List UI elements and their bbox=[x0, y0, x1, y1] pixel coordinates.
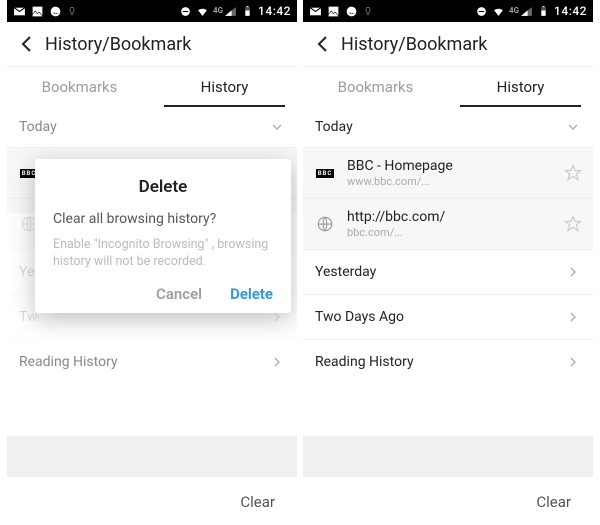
footer-bar: Clear bbox=[303, 476, 593, 525]
section-two-days[interactable]: Two Days Ago bbox=[303, 295, 593, 339]
globe-icon bbox=[313, 216, 337, 232]
section-yesterday-label: Yesterday bbox=[315, 264, 376, 280]
section-reading[interactable]: Reading History bbox=[7, 340, 297, 384]
section-reading-label: Reading History bbox=[19, 354, 118, 370]
chevron-down-icon bbox=[269, 119, 285, 135]
section-today-label: Today bbox=[19, 119, 57, 135]
wifi-icon bbox=[492, 5, 505, 18]
history-item-title: http://bbc.com/ bbox=[347, 209, 553, 226]
history-item[interactable]: BBC BBC - Homepage www.bbc.com/... bbox=[303, 148, 593, 198]
tabs: Bookmarks History bbox=[303, 67, 593, 107]
section-today-label: Today bbox=[315, 119, 353, 135]
phone-screen-left: 4G 14:42 History/Bookmark Bookmarks Hist… bbox=[7, 0, 297, 525]
page-title: History/Bookmark bbox=[341, 34, 487, 55]
history-item-title: BBC - Homepage bbox=[347, 158, 553, 175]
tab-history[interactable]: History bbox=[448, 67, 593, 107]
star-icon[interactable] bbox=[563, 214, 583, 234]
battery-icon bbox=[537, 5, 550, 18]
section-today[interactable]: Today bbox=[7, 107, 297, 147]
dnd-icon bbox=[475, 5, 488, 18]
tab-history[interactable]: History bbox=[152, 67, 297, 107]
image-icon bbox=[327, 5, 340, 18]
back-icon[interactable] bbox=[15, 32, 39, 56]
section-reading[interactable]: Reading History bbox=[303, 340, 593, 384]
app-header: History/Bookmark bbox=[7, 22, 297, 67]
wifi-icon bbox=[196, 5, 209, 18]
page-title: History/Bookmark bbox=[45, 34, 191, 55]
image-icon bbox=[31, 5, 44, 18]
cancel-button[interactable]: Cancel bbox=[156, 285, 202, 303]
footer-bar: Clear bbox=[7, 476, 297, 525]
dialog-title: Delete bbox=[53, 177, 273, 197]
history-item[interactable]: http://bbc.com/ bbc.com/... bbox=[303, 199, 593, 249]
delete-dialog: Delete Clear all browsing history? Enabl… bbox=[35, 159, 291, 313]
clear-button[interactable]: Clear bbox=[536, 493, 571, 511]
delete-button[interactable]: Delete bbox=[230, 285, 273, 303]
chevron-right-icon bbox=[565, 309, 581, 325]
tab-history-label: History bbox=[201, 78, 249, 96]
dialog-hint: Enable "Incognito Browsing" , browsing h… bbox=[53, 237, 273, 271]
empty-area bbox=[7, 436, 297, 476]
status-bar: 4G 14:42 bbox=[7, 0, 297, 22]
history-item-url: www.bbc.com/... bbox=[347, 175, 553, 188]
status-bar: 4G 14:42 bbox=[303, 0, 593, 22]
clear-button[interactable]: Clear bbox=[240, 493, 275, 511]
phone-screen-right: 4G 14:42 History/Bookmark Bookmarks Hist… bbox=[303, 0, 593, 525]
favicon-bbc: BBC bbox=[313, 165, 337, 181]
network-type: 4G bbox=[213, 7, 223, 15]
dialog-message: Clear all browsing history? bbox=[53, 211, 273, 227]
status-clock: 14:42 bbox=[258, 4, 291, 18]
signal-icon bbox=[224, 5, 237, 18]
section-today[interactable]: Today bbox=[303, 107, 593, 147]
section-yesterday[interactable]: Yesterday bbox=[303, 250, 593, 294]
status-clock: 14:42 bbox=[554, 4, 587, 18]
chevron-right-icon bbox=[565, 264, 581, 280]
tab-bookmarks-label: Bookmarks bbox=[42, 78, 118, 96]
chevron-down-icon bbox=[565, 119, 581, 135]
location-icon bbox=[67, 5, 77, 18]
section-reading-label: Reading History bbox=[315, 354, 414, 370]
history-item-url: bbc.com/... bbox=[347, 226, 553, 239]
back-icon[interactable] bbox=[311, 32, 335, 56]
gmail-icon bbox=[13, 5, 26, 18]
star-icon[interactable] bbox=[563, 163, 583, 183]
location-icon bbox=[363, 5, 373, 18]
signal-icon bbox=[520, 5, 533, 18]
whatsapp-icon bbox=[49, 5, 62, 18]
empty-area bbox=[303, 436, 593, 476]
gmail-icon bbox=[309, 5, 322, 18]
dnd-icon bbox=[179, 5, 192, 18]
whatsapp-icon bbox=[345, 5, 358, 18]
chevron-right-icon bbox=[269, 354, 285, 370]
tabs: Bookmarks History bbox=[7, 67, 297, 107]
tab-bookmarks[interactable]: Bookmarks bbox=[7, 67, 152, 107]
app-header: History/Bookmark bbox=[303, 22, 593, 67]
tab-bookmarks[interactable]: Bookmarks bbox=[303, 67, 448, 107]
tab-history-label: History bbox=[497, 78, 545, 96]
chevron-right-icon bbox=[565, 354, 581, 370]
network-type: 4G bbox=[509, 7, 519, 15]
battery-icon bbox=[241, 5, 254, 18]
tab-bookmarks-label: Bookmarks bbox=[338, 78, 414, 96]
section-two-days-label: Two Days Ago bbox=[315, 309, 404, 325]
